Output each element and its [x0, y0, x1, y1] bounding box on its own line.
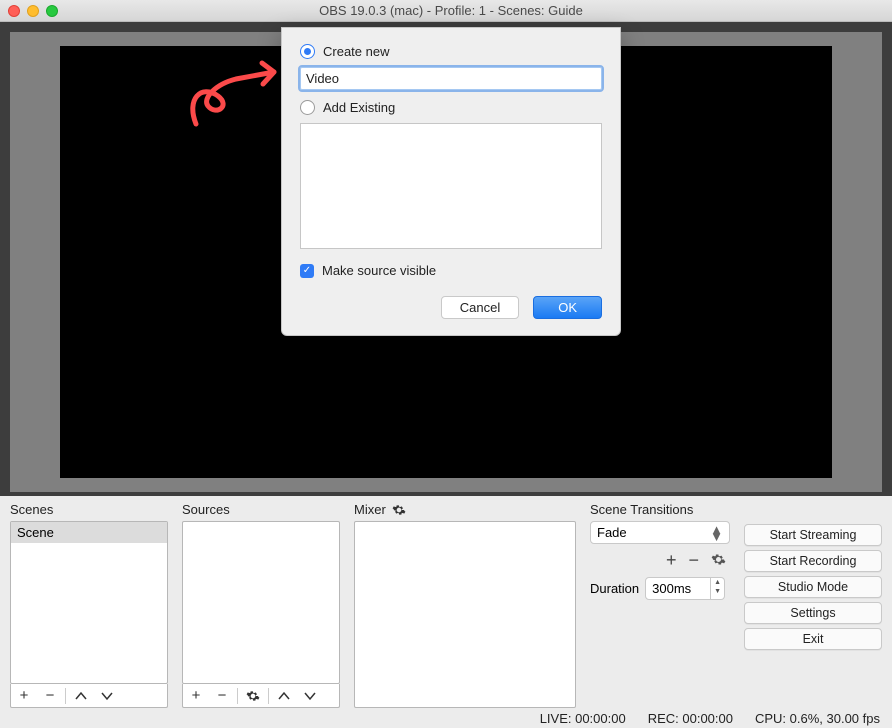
- source-properties-button[interactable]: [240, 684, 266, 707]
- make-visible-checkbox-row[interactable]: ✓ Make source visible: [300, 263, 602, 278]
- cancel-button[interactable]: Cancel: [441, 296, 519, 319]
- make-visible-label: Make source visible: [322, 263, 436, 278]
- exit-button[interactable]: Exit: [744, 628, 882, 650]
- status-rec: REC: 00:00:00: [648, 711, 733, 726]
- move-scene-up-button[interactable]: [68, 684, 94, 707]
- sources-panel: Sources + −: [182, 502, 340, 708]
- duration-row: Duration 300ms ▲▼: [590, 577, 730, 600]
- move-source-down-button[interactable]: [297, 684, 323, 707]
- status-cpu: CPU: 0.6%, 30.00 fps: [755, 711, 880, 726]
- settings-button[interactable]: Settings: [744, 602, 882, 624]
- scene-item[interactable]: Scene: [11, 522, 167, 543]
- mixer-label: Mixer: [354, 502, 386, 517]
- sources-list[interactable]: [182, 521, 340, 684]
- scenes-toolbar: + −: [10, 684, 168, 708]
- checkbox-checked-icon[interactable]: ✓: [300, 264, 314, 278]
- scenes-panel: Scenes Scene + −: [10, 502, 168, 708]
- toolbar-separator: [237, 688, 238, 704]
- start-streaming-button[interactable]: Start Streaming: [744, 524, 882, 546]
- duration-stepper[interactable]: 300ms ▲▼: [645, 577, 725, 600]
- duration-value[interactable]: 300ms: [645, 577, 711, 600]
- create-new-label: Create new: [323, 44, 389, 59]
- create-source-dialog: Create new Add Existing ✓ Make source vi…: [281, 27, 621, 336]
- move-scene-down-button[interactable]: [94, 684, 120, 707]
- transition-select[interactable]: Fade ▲▼: [590, 521, 730, 544]
- status-bar: LIVE: 00:00:00 REC: 00:00:00 CPU: 0.6%, …: [0, 708, 892, 728]
- ok-button[interactable]: OK: [533, 296, 602, 319]
- scenes-title: Scenes: [10, 502, 168, 521]
- transition-selected: Fade: [597, 525, 627, 540]
- create-new-option[interactable]: Create new: [300, 44, 602, 59]
- source-name-input[interactable]: [300, 67, 602, 90]
- toolbar-separator: [65, 688, 66, 704]
- mixer-settings-icon[interactable]: [392, 503, 406, 517]
- add-scene-button[interactable]: +: [11, 684, 37, 707]
- mixer-box[interactable]: [354, 521, 576, 708]
- transitions-panel: Scene Transitions Fade ▲▼ + − Duration 3…: [590, 502, 730, 708]
- duration-label: Duration: [590, 581, 639, 596]
- start-recording-button[interactable]: Start Recording: [744, 550, 882, 572]
- add-source-button[interactable]: +: [183, 684, 209, 707]
- dialog-buttons: Cancel OK: [300, 296, 602, 319]
- radio-checked-icon[interactable]: [300, 44, 315, 59]
- sources-toolbar: + −: [182, 684, 340, 708]
- existing-sources-list[interactable]: [300, 123, 602, 249]
- control-buttons: Start Streaming Start Recording Studio M…: [744, 502, 882, 708]
- bottom-panels: Scenes Scene + − Sources + −: [0, 496, 892, 708]
- gear-icon: [246, 689, 260, 703]
- sources-title: Sources: [182, 502, 340, 521]
- select-stepper-icon: ▲▼: [710, 526, 723, 540]
- transitions-title: Scene Transitions: [590, 502, 730, 521]
- move-source-up-button[interactable]: [271, 684, 297, 707]
- add-existing-label: Add Existing: [323, 100, 395, 115]
- remove-source-button[interactable]: −: [209, 684, 235, 707]
- toolbar-separator: [268, 688, 269, 704]
- add-existing-option[interactable]: Add Existing: [300, 100, 602, 115]
- window-title: OBS 19.0.3 (mac) - Profile: 1 - Scenes: …: [18, 3, 884, 18]
- scenes-list[interactable]: Scene: [10, 521, 168, 684]
- remove-scene-button[interactable]: −: [37, 684, 63, 707]
- window-titlebar: OBS 19.0.3 (mac) - Profile: 1 - Scenes: …: [0, 0, 892, 22]
- mixer-panel: Mixer: [354, 502, 576, 708]
- transition-controls: + −: [590, 544, 730, 577]
- studio-mode-button[interactable]: Studio Mode: [744, 576, 882, 598]
- remove-transition-button[interactable]: −: [688, 550, 699, 571]
- duration-step-buttons[interactable]: ▲▼: [711, 577, 725, 600]
- add-transition-button[interactable]: +: [666, 550, 677, 571]
- transition-properties-button[interactable]: [711, 552, 726, 570]
- status-live: LIVE: 00:00:00: [540, 711, 626, 726]
- radio-unchecked-icon[interactable]: [300, 100, 315, 115]
- mixer-title: Mixer: [354, 502, 576, 521]
